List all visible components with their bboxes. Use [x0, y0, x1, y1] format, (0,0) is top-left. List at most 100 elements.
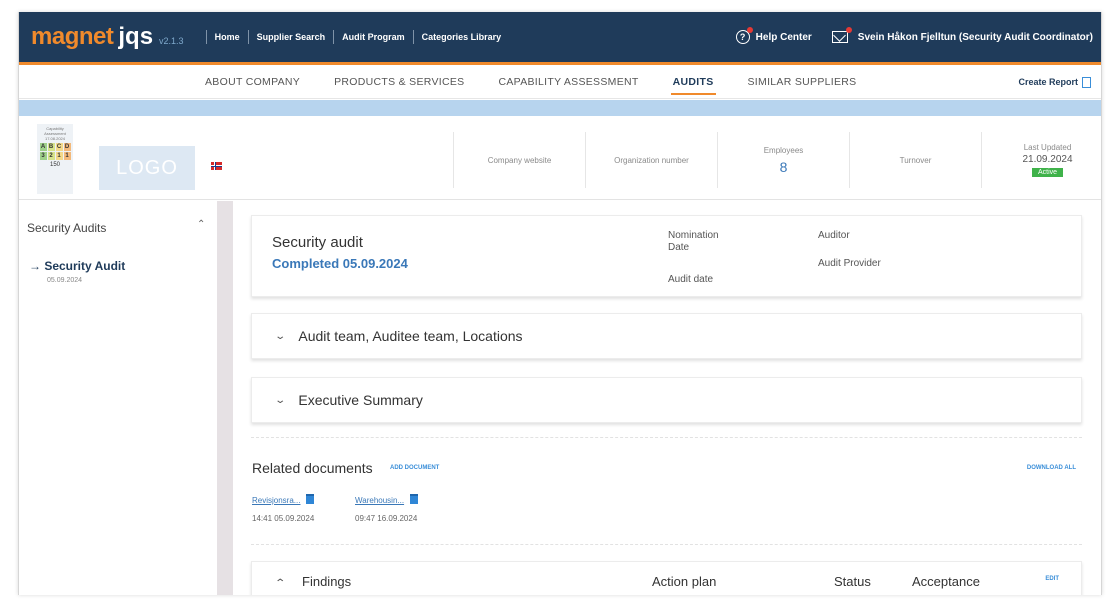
- nav-divider: [205, 30, 207, 44]
- nav-supplier-search[interactable]: Supplier Search: [257, 32, 326, 42]
- team-locations-section[interactable]: ⌄ Audit team, Auditee team, Locations: [251, 313, 1082, 359]
- company-website[interactable]: Company website: [453, 132, 585, 188]
- action-plan-header: Action plan: [652, 574, 717, 589]
- tab-similar-suppliers[interactable]: SIMILAR SUPPLIERS: [748, 65, 857, 99]
- mail-icon[interactable]: [831, 27, 852, 43]
- help-icon: ?: [735, 27, 753, 44]
- sidebar-heading: Security Audits: [27, 221, 107, 235]
- chevron-down-icon: ⌄: [274, 394, 287, 406]
- nomination-date-label: Nomination Date: [668, 230, 719, 253]
- app-window: magnet jqs v2.1.3 Home Supplier Search A…: [18, 12, 1102, 595]
- help-center-link[interactable]: ? Help Center: [735, 27, 812, 44]
- collapse-chevron-icon[interactable]: ⌃: [197, 219, 205, 230]
- user-name: Svein Håkon Fjelltun (Security Audit Coo…: [857, 31, 1093, 43]
- tab-audits[interactable]: AUDITS: [670, 65, 716, 99]
- tab-bar: ABOUT COMPANY PRODUCTS & SERVICES CAPABI…: [19, 65, 1101, 99]
- trash-icon[interactable]: [410, 494, 419, 504]
- audit-provider-label: Audit Provider: [818, 258, 881, 269]
- edit-findings-button[interactable]: EDIT: [1045, 576, 1059, 582]
- nav-divider: [247, 30, 249, 44]
- badge-grid: A B C D 3 2 1 1: [39, 143, 71, 160]
- badge-letter: A: [39, 143, 47, 151]
- audit-summary-card: Security audit Completed 05.09.2024 Nomi…: [251, 215, 1082, 297]
- brand-word-jqs: jqs: [118, 23, 154, 50]
- organization-number: Organization number: [585, 132, 717, 188]
- chevron-down-icon: ⌄: [274, 330, 287, 342]
- badge-letter: C: [55, 143, 63, 151]
- executive-summary-section[interactable]: ⌄ Executive Summary: [251, 377, 1082, 423]
- download-all-button[interactable]: DOWNLOAD ALL: [1027, 465, 1076, 471]
- company-logo-placeholder: LOGO: [99, 146, 195, 190]
- turnover-label: Turnover: [899, 155, 932, 165]
- tab-about-company[interactable]: ABOUT COMPANY: [205, 65, 300, 99]
- document-time: 14:41 05.09.2024: [252, 514, 315, 523]
- company-website-label: Company website: [487, 155, 552, 165]
- badge-number: 3: [39, 152, 47, 160]
- top-bar: magnet jqs v2.1.3 Home Supplier Search A…: [19, 12, 1101, 62]
- badge-number: 2: [47, 152, 55, 160]
- nav-audit-program[interactable]: Audit Program: [342, 32, 405, 42]
- last-updated: Last Updated 21.09.2024 Active: [981, 132, 1101, 188]
- badge-letter: D: [63, 143, 71, 151]
- findings-section[interactable]: ⌃ Findings Action plan Status Acceptance…: [251, 561, 1082, 595]
- related-documents: Related documents ADD DOCUMENT DOWNLOAD …: [251, 437, 1082, 545]
- document-link[interactable]: Revisjonsra...: [252, 496, 300, 505]
- findings-header[interactable]: ⌃ Findings: [274, 574, 352, 589]
- findings-title: Findings: [302, 574, 352, 589]
- app-version: v2.1.3: [159, 36, 184, 46]
- header-strip: [19, 100, 1101, 116]
- create-report-label: Create Report: [1018, 77, 1078, 87]
- notification-dot: [746, 27, 753, 33]
- company-info-bar: Capability Assessment 17.08.2024 A B C D…: [19, 116, 1101, 200]
- trash-icon[interactable]: [306, 494, 315, 504]
- team-locations-header[interactable]: ⌄ Audit team, Auditee team, Locations: [274, 328, 523, 344]
- capability-badge[interactable]: Capability Assessment 17.08.2024 A B C D…: [37, 124, 73, 194]
- badge-number: 1: [55, 152, 63, 160]
- sidebar-item-security-audit[interactable]: → Security Audit: [29, 259, 125, 273]
- executive-summary-header[interactable]: ⌄ Executive Summary: [274, 392, 423, 408]
- notification-dot: [845, 27, 852, 33]
- nav-categories-library[interactable]: Categories Library: [422, 32, 502, 42]
- chevron-up-icon: ⌃: [274, 578, 287, 589]
- brand-logo[interactable]: magnet jqs v2.1.3: [31, 23, 184, 51]
- employees-value: 8: [779, 158, 788, 175]
- auditor-label: Auditor: [818, 230, 850, 241]
- norway-flag-icon: [211, 162, 222, 170]
- sidebar-item-date: 05.09.2024: [47, 277, 83, 284]
- last-updated-label: Last Updated: [1023, 143, 1072, 152]
- audits-sidebar: Security Audits ⌃ → Security Audit 05.09…: [19, 201, 233, 595]
- status-badge: Active: [1031, 168, 1064, 177]
- nav-divider: [333, 30, 335, 44]
- badge-number: 1: [63, 152, 71, 160]
- related-documents-title: Related documents: [252, 460, 373, 476]
- add-document-button[interactable]: ADD DOCUMENT: [390, 465, 439, 471]
- badge-title: Capability Assessment: [44, 126, 66, 136]
- tab-products-services[interactable]: PRODUCTS & SERVICES: [334, 65, 464, 99]
- organization-number-label: Organization number: [614, 155, 689, 165]
- document-link[interactable]: Warehousin...: [355, 496, 404, 505]
- audit-status: Completed 05.09.2024: [272, 256, 408, 271]
- document-time: 09:47 16.09.2024: [355, 514, 418, 523]
- acceptance-header: Acceptance: [912, 574, 980, 589]
- audit-detail: Security audit Completed 05.09.2024 Nomi…: [233, 201, 1101, 595]
- help-center-label: Help Center: [755, 31, 812, 43]
- last-updated-date: 21.09.2024: [1022, 154, 1073, 165]
- document-item: Warehousin... 09:47 16.09.2024: [355, 490, 419, 523]
- team-locations-title: Audit team, Auditee team, Locations: [298, 328, 523, 344]
- badge-date: 17.08.2024: [44, 136, 66, 141]
- badge-score: 150: [49, 162, 60, 168]
- tab-capability-assessment[interactable]: CAPABILITY ASSESSMENT: [498, 65, 638, 99]
- status-header: Status: [834, 574, 871, 589]
- turnover: Turnover: [849, 132, 981, 188]
- nav-home[interactable]: Home: [215, 32, 240, 42]
- badge-letter: B: [47, 143, 55, 151]
- create-report-button[interactable]: Create Report: [1018, 65, 1091, 99]
- sidebar-resize-handle[interactable]: [217, 201, 233, 595]
- user-menu[interactable]: Svein Håkon Fjelltun (Security Audit Coo…: [831, 27, 1093, 43]
- company-stats: Company website Organization number Empl…: [453, 132, 1101, 188]
- document-icon: [1082, 76, 1091, 88]
- executive-summary-title: Executive Summary: [298, 392, 423, 408]
- top-nav: Home Supplier Search Audit Program Categ…: [198, 30, 502, 44]
- top-bar-right: ? Help Center Svein Håkon Fjelltun (Secu…: [735, 12, 1093, 62]
- brand-word-magnet: magnet: [31, 23, 114, 50]
